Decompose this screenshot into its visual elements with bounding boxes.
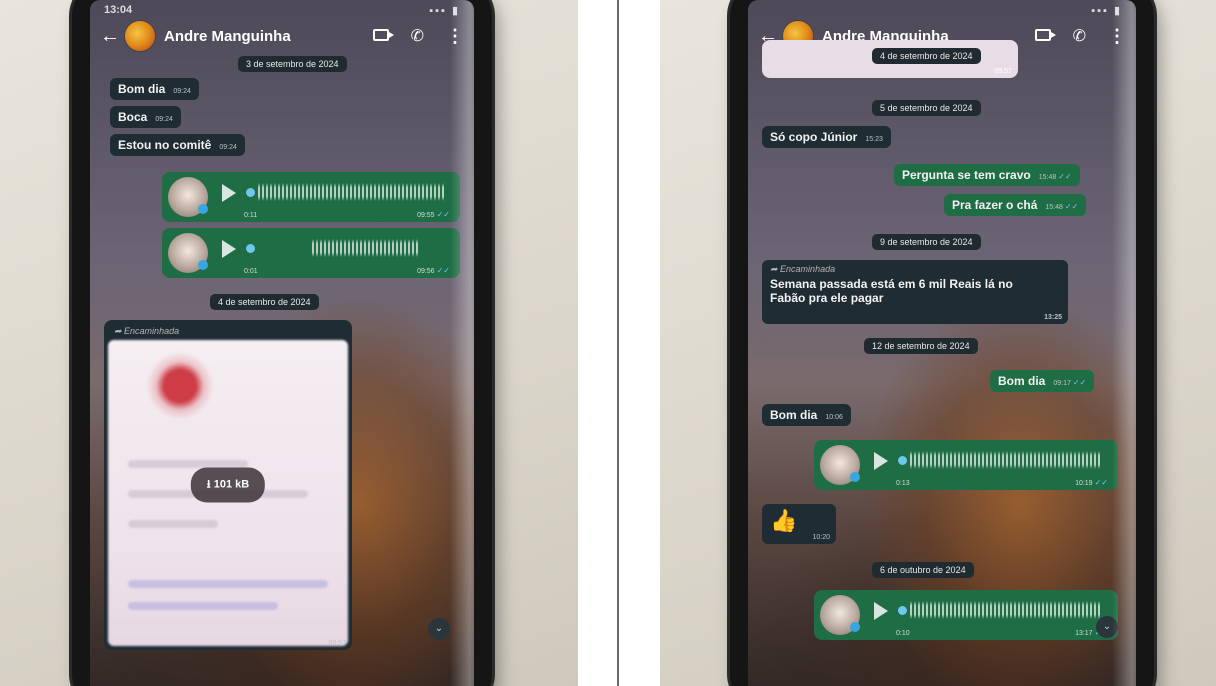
play-icon[interactable]	[222, 184, 236, 202]
voice-duration: 0:13	[896, 480, 910, 487]
contact-name[interactable]: Andre Manguinha	[164, 28, 351, 45]
emoji-message[interactable]: 👍 10:20	[762, 504, 836, 544]
date-chip: 4 de setembro de 2024	[872, 48, 981, 64]
waveform[interactable]	[910, 451, 1102, 469]
waveform[interactable]	[910, 601, 1102, 619]
message-text: Só copo Júnior	[770, 130, 858, 144]
microphone-icon	[198, 260, 208, 270]
divider	[617, 0, 619, 686]
read-ticks-icon: ✓✓	[436, 266, 450, 275]
video-call-icon[interactable]	[372, 28, 394, 45]
phone-right: ▪▪▪ ▮ ← Andre Manguinha ✆ ⋮ 09:57 4 de s…	[730, 0, 1154, 686]
message-time: 10:19 ✓✓	[1075, 478, 1108, 487]
read-ticks-icon: ✓✓	[1072, 378, 1087, 387]
voice-duration: 0:11	[244, 212, 258, 219]
forwarded-message[interactable]: ➦ Encaminhada Semana passada está em 6 m…	[762, 260, 1068, 324]
waveform[interactable]	[312, 239, 420, 257]
message-time: 13:25	[1044, 314, 1062, 321]
date-chip: 3 de setembro de 2024	[238, 56, 347, 72]
read-ticks-icon: ✓✓	[1058, 172, 1072, 181]
seek-handle[interactable]	[246, 188, 255, 197]
message-time: 09:57	[328, 640, 346, 647]
play-icon[interactable]	[874, 602, 888, 620]
video-call-icon[interactable]	[1034, 28, 1056, 45]
download-icon: ⭳	[206, 478, 211, 491]
seek-handle[interactable]	[246, 244, 255, 253]
incoming-message[interactable]: Bom dia 09:24	[110, 78, 199, 100]
chat-header: ← Andre Manguinha ✆ ⋮	[90, 14, 474, 58]
forwarded-document[interactable]: ➦ Encaminhada ⭳ 101 kB 09:57	[104, 320, 352, 650]
date-chip: 5 de setembro de 2024	[872, 100, 981, 116]
play-icon[interactable]	[222, 240, 236, 258]
message-time: 09:56 ✓✓	[417, 266, 450, 275]
microphone-icon	[198, 204, 208, 214]
microphone-icon	[850, 622, 860, 632]
message-time: 09:24	[219, 144, 237, 151]
incoming-message[interactable]: Boca 09:24	[110, 106, 181, 128]
message-text: Estou no comitê	[118, 138, 212, 152]
more-menu-icon[interactable]: ⋮	[446, 26, 464, 47]
more-menu-icon[interactable]: ⋮	[1108, 26, 1126, 47]
voice-message[interactable]: 0:10 13:17✓✓	[814, 590, 1118, 640]
message-time: 15:48	[1045, 204, 1063, 211]
outgoing-message[interactable]: Bom dia 09:17 ✓✓	[990, 370, 1095, 392]
read-ticks-icon: ✓✓	[1094, 478, 1108, 487]
chevron-double-down-icon[interactable]: ⌄	[1096, 616, 1118, 638]
waveform[interactable]	[258, 183, 444, 201]
download-button[interactable]: ⭳ 101 kB	[190, 467, 266, 503]
message-time: 09:57	[994, 68, 1012, 75]
outgoing-message[interactable]: Pergunta se tem cravo 15:48 ✓✓	[894, 164, 1080, 186]
message-text-line: Fabão pra ele pagar	[770, 291, 884, 305]
contact-avatar[interactable]	[124, 20, 156, 52]
message-text: Bom dia	[998, 374, 1046, 388]
message-text: Boca	[118, 110, 148, 124]
chat-screen-right: ▪▪▪ ▮ ← Andre Manguinha ✆ ⋮ 09:57 4 de s…	[748, 0, 1136, 686]
chat-screen-left: 13:04 ▪▪▪ ▮ ← Andre Manguinha ✆ ⋮ 3 de s…	[90, 0, 474, 686]
date-chip: 9 de setembro de 2024	[872, 234, 981, 250]
voice-call-icon[interactable]: ✆	[1073, 26, 1086, 46]
seek-handle[interactable]	[898, 456, 907, 465]
date-chip: 6 de outubro de 2024	[872, 562, 974, 578]
incoming-message[interactable]: Estou no comitê 09:24	[110, 134, 245, 156]
phone-left: 13:04 ▪▪▪ ▮ ← Andre Manguinha ✆ ⋮ 3 de s…	[72, 0, 492, 686]
message-time: 09:55 ✓✓	[417, 210, 450, 219]
message-time: 09:17	[1053, 380, 1071, 387]
chevron-double-down-icon[interactable]: ⌄	[428, 618, 450, 640]
screen-glare	[1112, 0, 1136, 686]
forwarded-label: ➦ Encaminhada	[770, 264, 836, 274]
play-icon[interactable]	[874, 452, 888, 470]
message-time: 15:23	[865, 136, 883, 143]
message-text: Pra fazer o chá	[952, 198, 1038, 212]
voice-message[interactable]: 0:13 10:19 ✓✓	[814, 440, 1118, 490]
seek-handle[interactable]	[898, 606, 907, 615]
microphone-icon	[850, 472, 860, 482]
read-ticks-icon: ✓✓	[1064, 202, 1079, 211]
message-time: 10:20	[812, 534, 830, 541]
screen-glare	[450, 0, 474, 686]
forwarded-label: ➦ Encaminhada	[114, 326, 180, 336]
left-photo: 13:04 ▪▪▪ ▮ ← Andre Manguinha ✆ ⋮ 3 de s…	[0, 0, 578, 686]
voice-duration: 0:10	[896, 630, 910, 637]
message-time: 09:24	[155, 116, 173, 123]
voice-message[interactable]: 0:01 09:56 ✓✓	[162, 228, 460, 278]
outgoing-message[interactable]: Pra fazer o chá 15:48 ✓✓	[944, 194, 1087, 216]
message-time: 10:06	[825, 414, 843, 421]
date-chip: 12 de setembro de 2024	[864, 338, 978, 354]
message-time: 09:24	[173, 88, 191, 95]
date-chip: 4 de setembro de 2024	[210, 294, 319, 310]
message-time: 15:48	[1038, 174, 1057, 181]
message-text-line: Semana passada está em 6 mil Reais lá no	[770, 277, 1013, 291]
thumbs-up-icon: 👍	[770, 508, 798, 533]
message-text: Pergunta se tem cravo	[902, 168, 1031, 182]
incoming-message[interactable]: Só copo Júnior 15:23	[762, 126, 891, 148]
voice-call-icon[interactable]: ✆	[411, 26, 424, 46]
back-arrow-icon[interactable]: ←	[100, 25, 120, 48]
incoming-message[interactable]: Bom dia 10:06	[762, 404, 851, 426]
voice-duration: 0:01	[244, 268, 258, 275]
right-photo: ▪▪▪ ▮ ← Andre Manguinha ✆ ⋮ 09:57 4 de s…	[660, 0, 1216, 686]
message-text: Bom dia	[118, 82, 166, 96]
read-ticks-icon: ✓✓	[436, 210, 450, 219]
message-text: Bom dia	[770, 408, 818, 422]
voice-message[interactable]: 0:11 09:55 ✓✓	[162, 172, 460, 222]
